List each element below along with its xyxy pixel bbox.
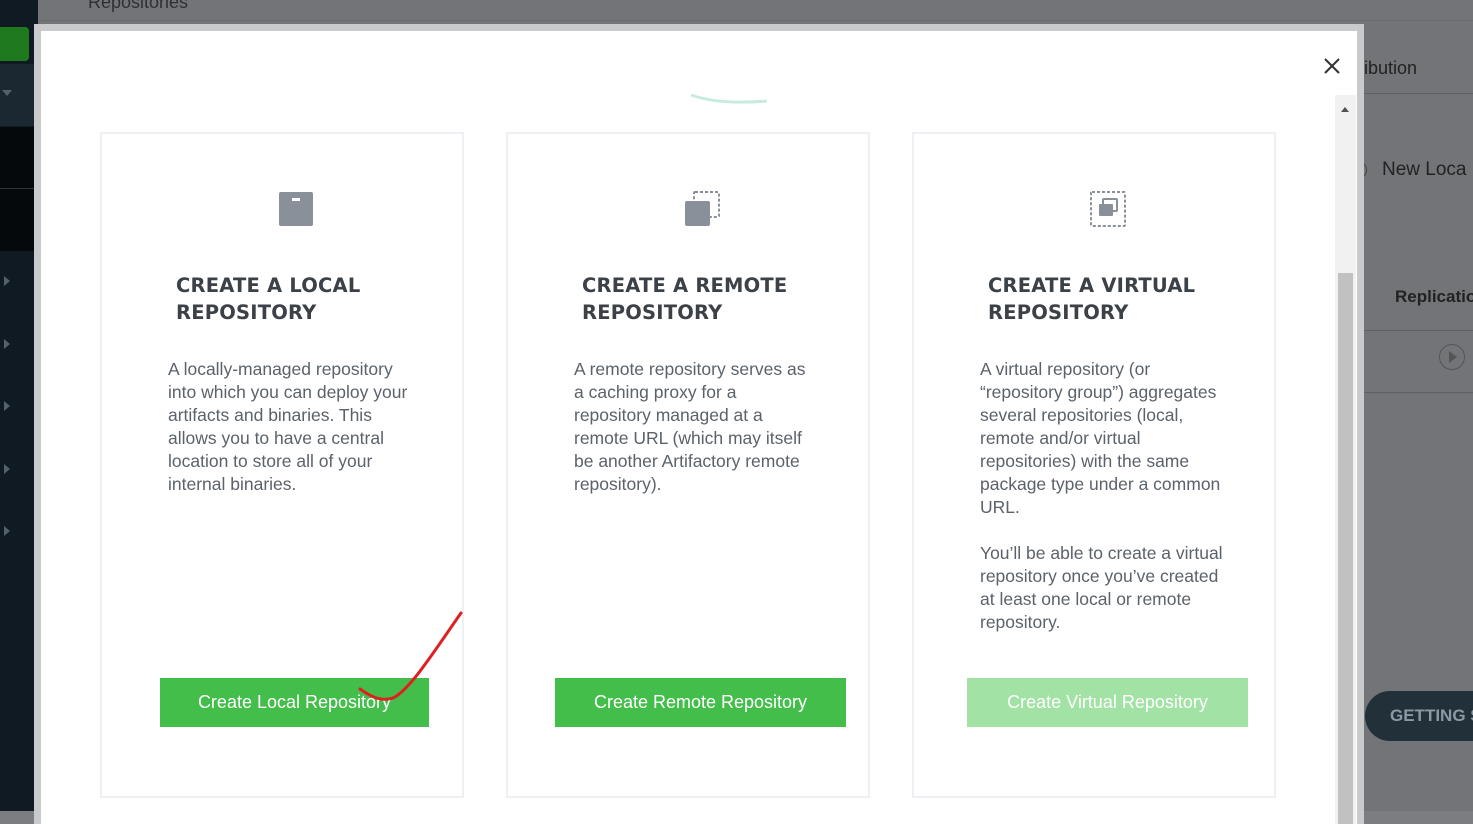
create-remote-repository-button[interactable]: Create Remote Repository <box>555 678 846 727</box>
card-description: A remote repository serves as a caching … <box>574 359 806 494</box>
close-icon[interactable] <box>1317 51 1347 81</box>
virtual-repo-icon <box>1090 191 1126 227</box>
create-local-repository-button[interactable]: Create Local Repository <box>160 678 429 727</box>
table-row-divider <box>1353 392 1473 393</box>
card-description: A virtual repository (or “repository gro… <box>980 359 1223 632</box>
chevron-right-icon[interactable] <box>4 401 10 411</box>
tabs-divider <box>1353 93 1473 94</box>
sidebar-divider <box>0 188 38 189</box>
chevron-right-icon[interactable] <box>4 526 10 536</box>
app-sidebar <box>0 0 38 811</box>
card-title: CREATE A REMOTE REPOSITORY <box>582 274 788 324</box>
modal-scrollbar[interactable] <box>1335 95 1356 824</box>
decorative-swoosh-icon <box>690 93 768 104</box>
remote-repo-icon <box>685 191 720 226</box>
local-repo-icon <box>279 192 313 226</box>
sidebar-action-button[interactable] <box>0 27 29 61</box>
getting-started-button[interactable]: GETTING S <box>1365 691 1473 741</box>
column-header-replication[interactable]: Replicatio <box>1395 287 1473 307</box>
card-title: CREATE A LOCAL REPOSITORY <box>176 274 361 324</box>
chevron-down-icon[interactable] <box>2 90 12 96</box>
card-local-repository: CREATE A LOCAL REPOSITORY A locally-mana… <box>100 132 464 798</box>
play-icon[interactable] <box>1439 344 1465 370</box>
chevron-right-icon[interactable] <box>4 339 10 349</box>
create-repository-modal: CREATE A LOCAL REPOSITORY A locally-mana… <box>34 24 1364 824</box>
chevron-right-icon[interactable] <box>4 464 10 474</box>
card-virtual-repository: CREATE A VIRTUAL REPOSITORY A virtual re… <box>912 132 1276 798</box>
page-title: Repositories <box>88 0 189 12</box>
header-divider <box>38 20 1473 21</box>
sidebar-dark-band <box>0 127 38 251</box>
card-title: CREATE A VIRTUAL REPOSITORY <box>988 274 1196 324</box>
scroll-up-arrow-icon[interactable] <box>1341 107 1349 112</box>
card-remote-repository: CREATE A REMOTE REPOSITORY A remote repo… <box>506 132 870 798</box>
table-header-divider <box>1353 330 1473 331</box>
chevron-right-icon[interactable] <box>4 276 10 286</box>
new-local-button[interactable]: New Loca <box>1382 159 1467 181</box>
scrollbar-thumb[interactable] <box>1338 273 1353 824</box>
create-virtual-repository-button[interactable]: Create Virtual Repository <box>967 678 1248 727</box>
card-description: A locally-managed repository into which … <box>168 359 408 494</box>
